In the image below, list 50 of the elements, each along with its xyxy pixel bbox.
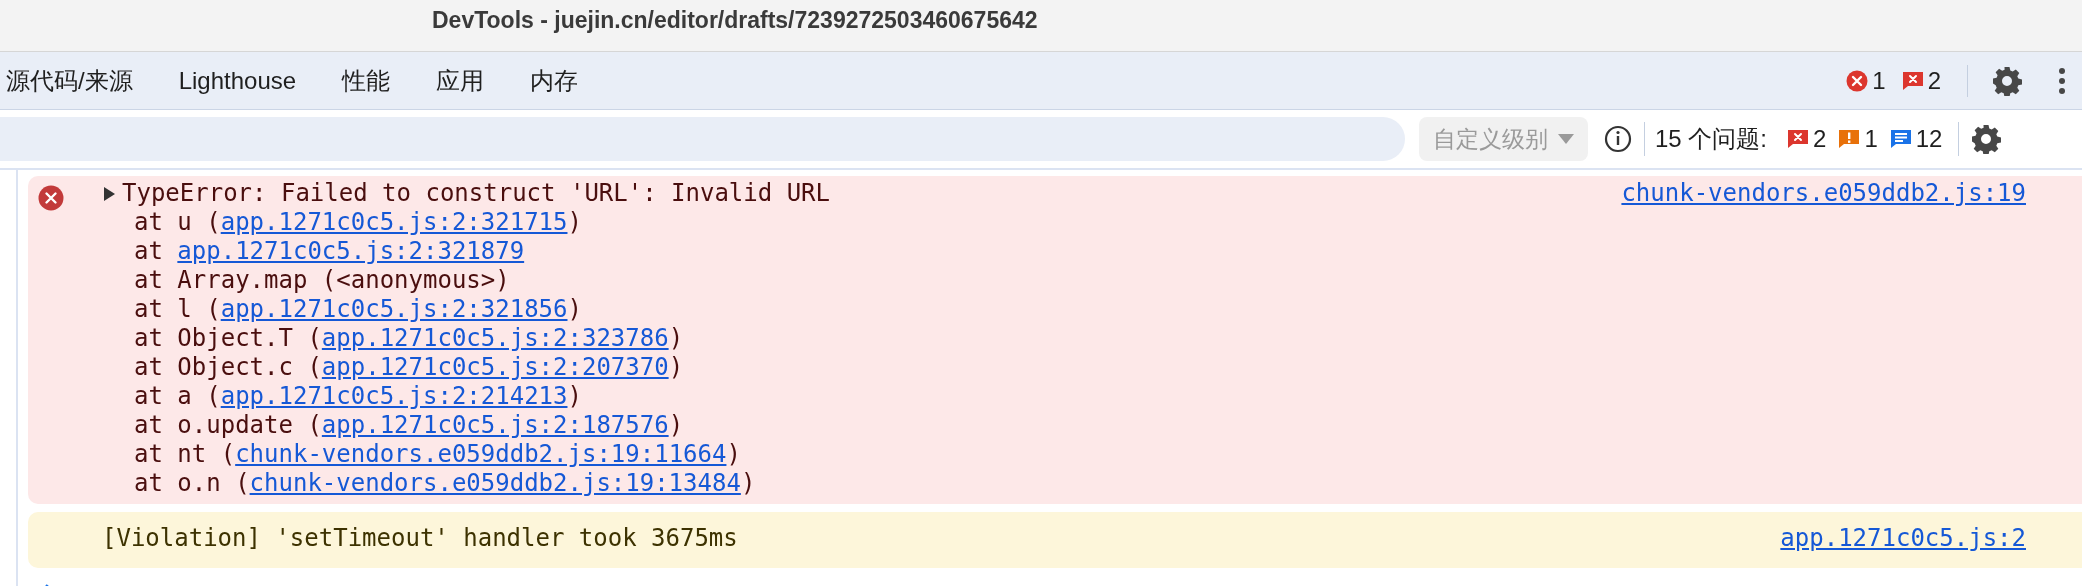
- expand-toggle[interactable]: [102, 185, 116, 202]
- stack-frame: at o.update (app.1271c0c5.js:2:187576): [102, 411, 684, 440]
- settings-icon: [1992, 65, 2022, 96]
- source-link[interactable]: chunk-vendors.e059ddb2.js:19:11664: [235, 440, 727, 468]
- stack-frame: at Object.c (app.1271c0c5.js:2:207370): [102, 353, 684, 382]
- stack-frame: at Object.T (app.1271c0c5.js:2:323786): [102, 324, 684, 353]
- message-count-button[interactable]: 1: [1842, 64, 1890, 97]
- stack-frame: at l (app.1271c0c5.js:2:321856): [102, 295, 582, 324]
- source-link[interactable]: app.1271c0c5.js:2:321715: [220, 208, 568, 236]
- warning-flag-icon: [1838, 129, 1861, 149]
- kebab-menu-icon: [2058, 66, 2066, 95]
- triangle-icon: [102, 185, 116, 202]
- source-link[interactable]: chunk-vendors.e059ddb2.js:19: [1621, 179, 2026, 208]
- stack-frame: at u (app.1271c0c5.js:2:321715): [102, 208, 582, 237]
- source-link[interactable]: app.1271c0c5.js:2:187576: [321, 411, 669, 439]
- stack-frame: at o.n (chunk-vendors.e059ddb2.js:19:13484): [102, 469, 756, 498]
- issue-count-button[interactable]: 12: [1883, 123, 1949, 155]
- stack-frame: at a (app.1271c0c5.js:2:214213): [102, 382, 582, 411]
- error-icon: [38, 185, 64, 211]
- stack-frame: at app.1271c0c5.js:2:321879: [102, 237, 525, 266]
- settings-button[interactable]: [1969, 122, 2004, 156]
- issue-count-button[interactable]: 2: [1781, 123, 1833, 155]
- source-link[interactable]: chunk-vendors.e059ddb2.js:19:13484: [249, 469, 741, 497]
- error-message: TypeError: Failed to construct 'URL': Invalid URL: [122, 179, 830, 208]
- warning-message: [Violation] 'setTimeout' handler took 3675ms: [102, 524, 738, 552]
- source-link[interactable]: app.1271c0c5.js:2:207370: [321, 353, 669, 381]
- error-icon: [1846, 69, 1869, 92]
- panel-tab[interactable]: 源代码/来源: [0, 52, 156, 109]
- source-link[interactable]: app.1271c0c5.js:2:323786: [321, 324, 669, 352]
- panel-tab[interactable]: Lighthouse: [155, 52, 320, 109]
- source-link[interactable]: app.1271c0c5.js:2:321879: [177, 237, 525, 265]
- source-link[interactable]: app.1271c0c5.js:2: [1780, 515, 2026, 553]
- source-link[interactable]: app.1271c0c5.js:2:321856: [220, 295, 568, 323]
- flag-icon: [1901, 70, 1924, 91]
- message-flag-icon: [1889, 129, 1912, 149]
- stack-frame: at Array.map (<anonymous>): [102, 266, 510, 295]
- issues-label: 15 个问题:: [1655, 124, 1768, 154]
- settings-icon: [1971, 124, 2002, 154]
- message-count-button[interactable]: 2: [1897, 64, 1945, 97]
- stack-frame: at nt (chunk-vendors.e059ddb2.js:19:11664): [102, 440, 741, 469]
- info-button[interactable]: [1602, 123, 1634, 155]
- panel-tab[interactable]: 内存: [507, 52, 602, 109]
- panel-tab[interactable]: 应用: [413, 52, 508, 109]
- error-flag-icon: [1787, 129, 1810, 149]
- info-icon: [1604, 125, 1632, 153]
- issue-count-button[interactable]: 1: [1832, 123, 1884, 155]
- source-link[interactable]: app.1271c0c5.js:2:214213: [220, 382, 568, 410]
- panel-tab[interactable]: 性能: [319, 52, 414, 109]
- caret-icon: [1558, 134, 1574, 144]
- window-title: DevTools - juejin.cn/editor/drafts/7239272503460675642: [431, 6, 1039, 34]
